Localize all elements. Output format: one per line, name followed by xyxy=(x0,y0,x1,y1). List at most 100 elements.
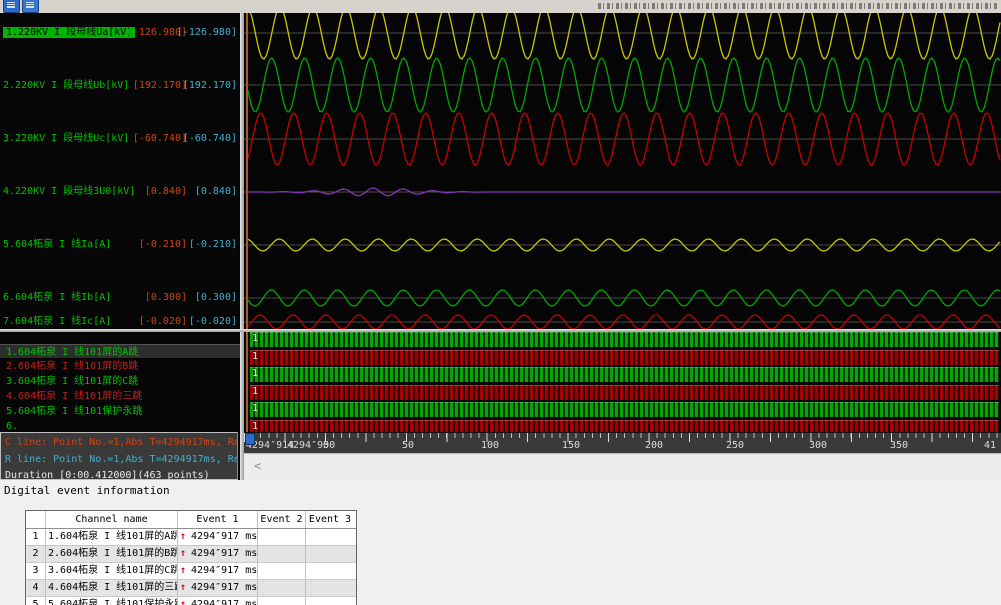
digital-trace-bar: 1 xyxy=(250,332,999,347)
row-number: 3 xyxy=(26,563,46,579)
row-number: 2 xyxy=(26,546,46,562)
event-channel-name: 5.604柘泉 I 线101保护永跳 xyxy=(46,597,178,605)
event-info-section: Digital event information Channel name E… xyxy=(0,480,1001,605)
event3-cell xyxy=(306,529,354,545)
analog-waveform-area[interactable] xyxy=(244,13,1001,329)
channel-name: 4.220KV I 段母线3U0[kV] xyxy=(3,186,135,197)
fault-record-viewer: 1.220KV I 段母线Ua[kV][-126.980][-126.980]2… xyxy=(0,0,1001,605)
ruler-tick-label: 250 xyxy=(726,440,744,451)
digital-state-value: 1 xyxy=(252,385,258,399)
digital-trace-area[interactable]: 1 1 1 1 1 1 xyxy=(244,332,1001,432)
row-number: 4 xyxy=(26,580,46,596)
r-cursor-value: [0.840] xyxy=(195,185,237,199)
digital-state-value: 1 xyxy=(252,420,258,432)
major-ticks xyxy=(244,433,1001,442)
ruler-tick-label: 0 xyxy=(323,440,329,451)
cursor-marker-icon[interactable] xyxy=(245,433,255,445)
digital-trace-bar: 1 xyxy=(250,367,999,382)
scroll-left-button[interactable]: < xyxy=(254,459,261,473)
rising-edge-icon: ↑ xyxy=(180,548,186,559)
horizontal-splitter[interactable] xyxy=(0,329,1001,332)
ruler-tick-label: 150 xyxy=(562,440,580,451)
r-cursor-value: [0.300] xyxy=(195,291,237,305)
analog-channel-row[interactable]: 7.604柘泉 I 线Ic[A] [-0.020][-0.020] xyxy=(3,315,239,329)
digital-channel-row[interactable]: 1.604柘泉 I 线101屏的A跳 xyxy=(0,344,240,359)
rising-edge-icon: ↑ xyxy=(180,582,186,593)
event2-cell xyxy=(258,597,306,605)
header-event3: Event 3 xyxy=(306,511,354,528)
event3-cell xyxy=(306,597,354,605)
channel-name: 1.220KV I 段母线Ua[kV] xyxy=(3,27,135,38)
section-title: Digital event information xyxy=(4,484,170,497)
channel-list-panel: 1.220KV I 段母线Ua[kV][-126.980][-126.980]2… xyxy=(0,13,240,480)
waveform-plot xyxy=(244,13,1001,329)
event-channel-name: 3.604柘泉 I 线101屏的C跳 xyxy=(46,563,178,579)
document-icon[interactable] xyxy=(22,0,39,13)
digital-trace-bar: 1 xyxy=(250,350,999,365)
event-table-row: 44.604柘泉 I 线101屏的三跳↑ 4294″917 ms xyxy=(26,580,356,597)
window-title-sliver xyxy=(598,3,998,9)
event1-time: 4294″917 ms xyxy=(191,582,257,593)
event-table-row: 22.604柘泉 I 线101屏的B跳↑4294″917 ms xyxy=(26,546,356,563)
event1-cell: ↑ 4294″917 ms xyxy=(178,529,258,545)
digital-state-value: 1 xyxy=(252,402,258,416)
digital-channel-list: 1.604柘泉 I 线101屏的A跳2.604柘泉 I 线101屏的B跳3.60… xyxy=(0,332,240,445)
ruler-tick-label: 350 xyxy=(890,440,908,451)
r-cursor-value: [-60.740] xyxy=(183,132,237,146)
horizontal-scrollbar[interactable]: < xyxy=(244,453,1001,481)
channel-name: 3.220KV I 段母线Uc[kV] xyxy=(3,133,129,144)
document-icon[interactable] xyxy=(3,0,20,13)
digital-channel-row[interactable]: 4.604柘泉 I 线101屏的三跳 xyxy=(0,389,240,404)
event-table-row: 11.604柘泉 I 线101屏的A跳↑4294″917 ms xyxy=(26,529,356,546)
analog-channel-row[interactable]: 6.604柘泉 I 线Ib[A] [0.300] [0.300] xyxy=(3,291,239,305)
r-cursor-value: [192.170] xyxy=(183,79,237,93)
r-line-status: R line: Point No.=1,Abs T=4294917ms, Rel… xyxy=(1,454,237,465)
digital-trace-bar: 1 xyxy=(250,385,999,400)
analog-channel-row[interactable]: 5.604柘泉 I 线Ia[A] [-0.210][-0.210] xyxy=(3,238,239,252)
channel-name: 5.604柘泉 I 线Ia[A] xyxy=(3,239,111,250)
analog-channel-row[interactable]: 1.220KV I 段母线Ua[kV][-126.980][-126.980] xyxy=(3,26,239,40)
row-number: 1 xyxy=(26,529,46,545)
event1-time: 4294″917 ms xyxy=(191,565,257,576)
event1-cell: ↑ 4294″917 ms xyxy=(178,546,258,562)
channel-name: 6.604柘泉 I 线Ib[A] xyxy=(3,292,111,303)
event1-time: 4294″917 ms xyxy=(191,548,257,559)
event2-cell xyxy=(258,546,306,562)
header-event2: Event 2 xyxy=(258,511,306,528)
digital-event-table: Channel name Event 1 Event 2 Event 3 11.… xyxy=(25,510,357,605)
digital-state-value: 1 xyxy=(252,332,258,346)
header-row-number xyxy=(26,511,46,528)
event3-cell xyxy=(306,563,354,579)
event1-cell: ↑ 4294″917 ms xyxy=(178,580,258,596)
rising-edge-icon: ↑ xyxy=(180,531,186,542)
analog-channel-list: 1.220KV I 段母线Ua[kV][-126.980][-126.980]2… xyxy=(0,13,240,329)
event1-cell: ↑4294″917 ms xyxy=(178,597,258,605)
r-cursor-value: [-0.020] xyxy=(189,315,237,329)
event-channel-name: 4.604柘泉 I 线101屏的三跳 xyxy=(46,580,178,596)
c-cursor-value: [-0.020] xyxy=(139,315,187,329)
digital-trace-bar: 1 xyxy=(250,402,999,417)
digital-state-value: 1 xyxy=(252,367,258,381)
event-table-row: 33.604柘泉 I 线101屏的C跳↑4294″917 ms xyxy=(26,563,356,580)
cursor-line[interactable] xyxy=(246,13,248,432)
event1-time: 4294″917 ms xyxy=(191,599,257,605)
digital-channel-row[interactable]: 2.604柘泉 I 线101屏的B跳 xyxy=(0,359,240,374)
r-cursor-value: [-126.980] xyxy=(177,26,237,40)
ruler-tick-label: 300 xyxy=(809,440,827,451)
ruler-tick-label: 41 xyxy=(984,440,996,451)
digital-channel-row[interactable]: 5.604柘泉 I 线101保护永跳 xyxy=(0,404,240,419)
analog-channel-row[interactable]: 2.220KV I 段母线Ub[kV][192.170][192.170] xyxy=(3,79,239,93)
c-line-status: C line: Point No.=1,Abs T=4294917ms, Rel… xyxy=(1,437,237,448)
event1-time: 4294″917 ms xyxy=(191,531,257,542)
r-cursor-value: [-0.210] xyxy=(189,238,237,252)
header-channel-name: Channel name xyxy=(46,511,178,528)
time-ruler[interactable]: 4294″9144294″95005010015020025030035041 xyxy=(244,432,1001,453)
c-cursor-value: [-0.210] xyxy=(139,238,187,252)
c-cursor-value: [0.300] xyxy=(145,291,187,305)
event2-cell xyxy=(258,580,306,596)
digital-channel-row[interactable]: 3.604柘泉 I 线101屏的C跳 xyxy=(0,374,240,389)
analog-channel-row[interactable]: 3.220KV I 段母线Uc[kV][-60.740][-60.740] xyxy=(3,132,239,146)
analog-channel-row[interactable]: 4.220KV I 段母线3U0[kV][0.840][0.840] xyxy=(3,185,239,199)
event2-cell xyxy=(258,563,306,579)
channel-name: 7.604柘泉 I 线Ic[A] xyxy=(3,316,111,327)
